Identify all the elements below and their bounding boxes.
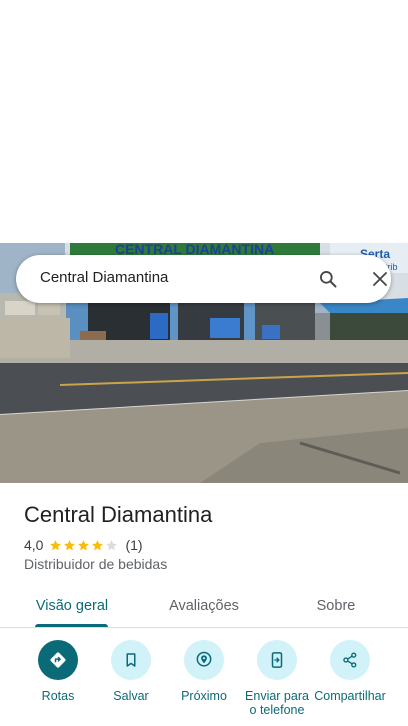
place-category[interactable]: Distribuidor de bebidas xyxy=(24,556,167,572)
star-filled-icon xyxy=(92,539,104,550)
review-count[interactable]: (1) xyxy=(125,537,142,553)
close-icon xyxy=(373,272,387,286)
directions-button[interactable]: Rotas xyxy=(21,640,95,703)
tab-about[interactable]: Sobre xyxy=(286,585,386,627)
send-to-phone-button[interactable]: Enviar para o telefone xyxy=(240,640,314,717)
rating-value: 4,0 xyxy=(24,537,44,553)
action-bar: Rotas Salvar Próximo Enviar para o telef… xyxy=(0,640,408,726)
tab-overview[interactable]: Visão geral xyxy=(22,585,122,627)
star-filled-icon xyxy=(78,539,90,550)
bookmark-icon xyxy=(126,653,136,667)
send-to-phone-label: Enviar para o telefone xyxy=(245,689,309,717)
share-label: Compartilhar xyxy=(314,689,386,703)
search-button[interactable] xyxy=(316,267,340,291)
save-label: Salvar xyxy=(113,689,149,703)
nearby-label: Próximo xyxy=(181,689,227,703)
nearby-icon xyxy=(196,651,212,667)
tab-bar: Visão geral Avaliações Sobre xyxy=(0,585,408,628)
send-to-phone-icon xyxy=(271,652,283,668)
nearby-button[interactable]: Próximo xyxy=(167,640,241,703)
search-bar[interactable]: Central Diamantina xyxy=(16,255,391,303)
rating-row[interactable]: 4,0 (1) xyxy=(24,536,143,554)
share-icon xyxy=(343,652,357,668)
directions-label: Rotas xyxy=(41,689,75,703)
active-tab-indicator xyxy=(35,624,108,627)
share-button[interactable]: Compartilhar xyxy=(313,640,387,703)
search-input[interactable]: Central Diamantina xyxy=(40,269,168,286)
tab-reviews[interactable]: Avaliações xyxy=(154,585,254,627)
close-button[interactable] xyxy=(368,267,392,291)
save-button[interactable]: Salvar xyxy=(94,640,168,703)
star-filled-icon xyxy=(50,539,62,550)
star-filled-icon xyxy=(64,539,76,550)
search-icon xyxy=(320,271,337,288)
star-rating xyxy=(49,539,119,552)
place-title: Central Diamantina xyxy=(24,502,213,527)
star-empty-icon xyxy=(106,539,118,550)
directions-icon xyxy=(50,652,66,668)
